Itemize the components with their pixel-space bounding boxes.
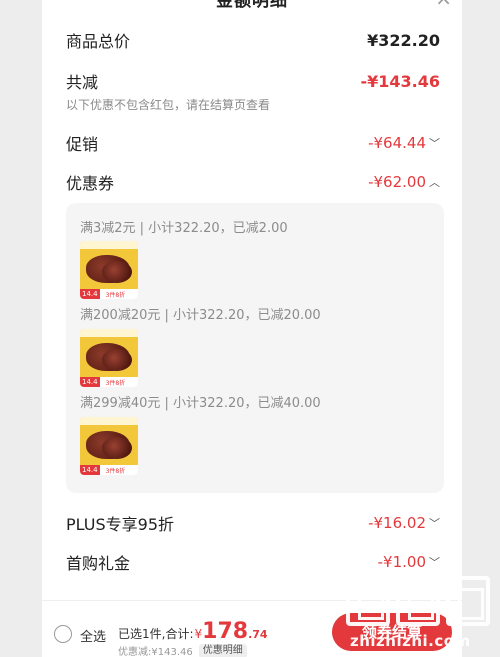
close-icon[interactable]: ×	[435, 0, 452, 10]
order-summary: 已选1件,合计: ¥ 178 .74	[118, 619, 268, 644]
promo-value-wrap: -¥64.44 ﹀	[368, 134, 440, 152]
chevron-down-icon: ﹀	[429, 556, 440, 569]
total-price-value: ¥322.20	[367, 30, 440, 50]
total-reduced-row: 共减 -¥143.46	[66, 69, 440, 93]
coupon-value: -¥62.00	[368, 173, 426, 191]
promo-label: 促销	[66, 135, 99, 154]
chevron-down-icon: ﹀	[429, 137, 440, 150]
thumb-price-tag: 14.4	[80, 465, 100, 475]
currency-symbol: ¥	[194, 627, 203, 641]
promo-row[interactable]: 促销 -¥64.44 ﹀	[66, 131, 440, 155]
thumb-price-tag: 14.4	[80, 377, 100, 387]
discount-line: 优惠减:¥143.46 优惠明细	[118, 643, 247, 657]
thumb-promo-tag: 3件8折	[105, 291, 126, 299]
coupon-label: 优惠券	[66, 174, 115, 193]
discount-text: 优惠减:¥143.46	[118, 647, 193, 657]
chevron-up-icon: ︿	[429, 176, 440, 189]
promo-value: -¥64.44	[368, 134, 426, 152]
reduced-note: 以下优惠不包含红包，请在结算页查看	[66, 98, 271, 112]
coupon-value-wrap: -¥62.00 ︿	[368, 173, 440, 191]
total-reduced-value: -¥143.46	[360, 71, 440, 91]
watermark-glyph	[446, 576, 490, 626]
thumb-promo-tag: 3件8折	[105, 467, 126, 475]
plus-discount-label: PLUS专享95折	[66, 515, 174, 534]
site-watermark: zhizhizhi.com	[346, 570, 496, 655]
select-all-radio[interactable]	[54, 625, 72, 643]
thumb-promo-tag: 3件8折	[105, 379, 126, 387]
total-price-label: 商品总价	[66, 32, 131, 51]
select-all-label[interactable]: 全选	[80, 626, 106, 645]
plus-discount-value-wrap: -¥16.02 ﹀	[368, 514, 440, 532]
first-purchase-value: -¥1.00	[377, 553, 426, 571]
thumb-price-tag: 14.4	[80, 289, 100, 299]
watermark-glyph	[346, 576, 390, 626]
product-thumbnail[interactable]: 14.4 3件8折	[80, 329, 138, 387]
watermark-glyph	[396, 576, 440, 626]
first-purchase-value-wrap: -¥1.00 ﹀	[378, 553, 440, 571]
total-reduced-label: 共减	[66, 73, 99, 92]
amount-detail-sheet: 金额明细 × 商品总价 ¥322.20 共减 -¥143.46 以下优惠不包含红…	[42, 0, 462, 600]
first-purchase-label: 首购礼金	[66, 554, 131, 573]
selected-count-text: 已选1件,合计:	[118, 627, 194, 641]
discount-detail-button[interactable]: 优惠明细	[198, 643, 247, 657]
total-amount-decimal: .74	[248, 628, 268, 641]
watermark-text: zhizhizhi.com	[350, 632, 471, 650]
sheet-title: 金额明细	[216, 0, 288, 11]
total-amount-integer: 178	[202, 619, 249, 644]
sheet-header: 金额明细 ×	[42, 0, 462, 16]
plus-discount-value: -¥16.02	[368, 514, 426, 532]
coupon-row[interactable]: 优惠券 -¥62.00 ︿	[66, 170, 440, 194]
coupon-detail-line: 满299减40元 | 小计322.20，已减40.00	[80, 396, 321, 411]
coupon-detail-line: 满3减2元 | 小计322.20，已减2.00	[80, 221, 288, 236]
total-price-row: 商品总价 ¥322.20	[66, 28, 440, 52]
chevron-down-icon: ﹀	[429, 517, 440, 530]
coupon-detail-box: 满3减2元 | 小计322.20，已减2.00 14.4 3件8折 满200减20…	[66, 203, 444, 493]
product-thumbnail[interactable]: 14.4 3件8折	[80, 241, 138, 299]
coupon-detail-line: 满200减20元 | 小计322.20，已减20.00	[80, 308, 321, 323]
product-thumbnail[interactable]: 14.4 3件8折	[80, 417, 138, 475]
plus-discount-row[interactable]: PLUS专享95折 -¥16.02 ﹀	[66, 511, 440, 535]
